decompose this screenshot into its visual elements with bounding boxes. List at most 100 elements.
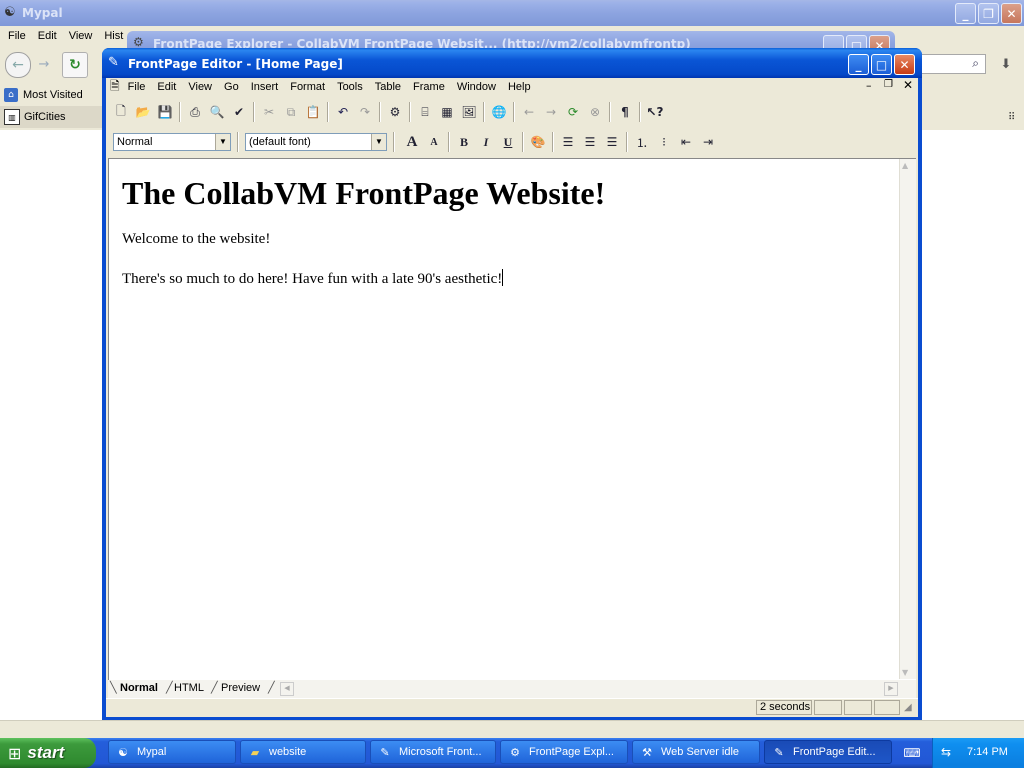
underline-icon[interactable]: U: [497, 131, 519, 153]
clock[interactable]: 7:14 PM: [967, 746, 1008, 758]
editor-menu-view[interactable]: View: [182, 81, 218, 93]
tab-normal[interactable]: Normal: [120, 682, 158, 694]
redo-icon[interactable]: ↷: [354, 101, 376, 123]
taskbar-item-website[interactable]: ▰ website: [240, 740, 366, 764]
paragraph-welcome[interactable]: Welcome to the website!: [122, 231, 270, 248]
open-folder-icon[interactable]: 📂: [132, 101, 154, 123]
align-left-icon[interactable]: ☰: [557, 131, 579, 153]
align-right-icon[interactable]: ☰: [601, 131, 623, 153]
editor-menu-file[interactable]: File: [122, 81, 152, 93]
insert-table-icon[interactable]: ▦: [436, 101, 458, 123]
form-field-icon[interactable]: ⌸: [414, 101, 436, 123]
scroll-down-arrow-icon[interactable]: ▼: [902, 668, 908, 677]
numbered-list-icon[interactable]: ⒈: [631, 131, 653, 153]
editor-close-button[interactable]: ✕: [894, 54, 915, 75]
print-icon[interactable]: ⎙: [184, 101, 206, 123]
toolbar-separator: [552, 132, 554, 152]
print-preview-icon[interactable]: 🔍: [206, 101, 228, 123]
reload-icon: ↻: [69, 57, 81, 73]
browser-minimize-button[interactable]: _: [955, 3, 976, 24]
editor-menu-help[interactable]: Help: [502, 81, 537, 93]
back-icon[interactable]: ←: [518, 101, 540, 123]
gifcities-tab[interactable]: ▥ GifCities: [0, 106, 105, 128]
chevron-down-icon[interactable]: ▼: [215, 134, 230, 150]
reload-button[interactable]: ↻: [62, 52, 88, 78]
webbot-icon[interactable]: ⚙: [384, 101, 406, 123]
vertical-scrollbar[interactable]: ▲ ▼: [899, 159, 916, 679]
editor-maximize-button[interactable]: □: [871, 54, 892, 75]
scroll-right-arrow-icon[interactable]: ▶: [884, 682, 898, 696]
back-arrow-icon: ←: [12, 57, 24, 73]
search-box[interactable]: ⌕: [918, 54, 986, 74]
decrease-indent-icon[interactable]: ⇤: [675, 131, 697, 153]
paste-icon[interactable]: 📋: [302, 101, 324, 123]
taskbar-item-mypal[interactable]: ☯ Mypal: [108, 740, 236, 764]
status-pane: [814, 700, 842, 715]
taskbar-item-microsoft-frontpage[interactable]: ✎ Microsoft Front...: [370, 740, 496, 764]
tab-preview[interactable]: Preview: [221, 682, 260, 694]
cut-icon[interactable]: ✂: [258, 101, 280, 123]
increase-font-icon[interactable]: A: [401, 131, 423, 153]
spelling-icon[interactable]: ✔: [228, 101, 250, 123]
browser-close-button[interactable]: ✕: [1001, 3, 1022, 24]
undo-icon[interactable]: ↶: [332, 101, 354, 123]
forward-button[interactable]: →: [34, 54, 54, 74]
editor-menu-table[interactable]: Table: [369, 81, 407, 93]
editor-title: FrontPage Editor - [Home Page]: [128, 57, 343, 71]
stop-icon[interactable]: ⊗: [584, 101, 606, 123]
italic-icon[interactable]: I: [475, 131, 497, 153]
paragraph-fun[interactable]: There's so much to do here! Have fun wit…: [122, 269, 504, 288]
paragraph-marks-icon[interactable]: ¶: [614, 101, 636, 123]
page-heading[interactable]: The CollabVM FrontPage Website!: [122, 175, 605, 212]
editor-menu-format[interactable]: Format: [284, 81, 331, 93]
bulleted-list-icon[interactable]: ⁝: [653, 131, 675, 153]
doc-minimize-button[interactable]: –: [866, 79, 872, 92]
font-combo[interactable]: (default font) ▼: [245, 133, 387, 151]
editor-menu-go[interactable]: Go: [218, 81, 245, 93]
start-button[interactable]: ⊞ start: [0, 738, 96, 768]
text-color-icon[interactable]: 🎨: [527, 131, 549, 153]
mypal-icon: ☯: [118, 746, 128, 759]
tab-html[interactable]: HTML: [174, 682, 204, 694]
scroll-up-arrow-icon[interactable]: ▲: [902, 161, 908, 170]
keyboard-icon[interactable]: ⌨: [902, 744, 922, 762]
start-label: start: [27, 743, 65, 762]
decrease-font-icon[interactable]: A: [423, 131, 445, 153]
download-button[interactable]: ⬇: [994, 54, 1018, 74]
taskbar-item-frontpage-explorer[interactable]: ⚙ FrontPage Expl...: [500, 740, 628, 764]
new-icon[interactable]: 🗋: [110, 101, 132, 123]
scroll-left-arrow-icon[interactable]: ◀: [280, 682, 294, 696]
browser-menu-history[interactable]: Hist: [98, 30, 129, 42]
save-icon[interactable]: 💾: [154, 101, 176, 123]
browser-menu-edit[interactable]: Edit: [32, 30, 63, 42]
doc-restore-button[interactable]: ❐: [884, 79, 893, 90]
bookmark-most-visited[interactable]: ⌂ Most Visited: [4, 87, 83, 103]
browser-restore-button[interactable]: ❐: [978, 3, 999, 24]
forward-icon[interactable]: →: [540, 101, 562, 123]
align-center-icon[interactable]: ☰: [579, 131, 601, 153]
hyperlink-globe-icon[interactable]: 🌐: [488, 101, 510, 123]
insert-image-icon[interactable]: 🖼: [458, 101, 480, 123]
editor-menu-frame[interactable]: Frame: [407, 81, 451, 93]
editor-menu-insert[interactable]: Insert: [245, 81, 285, 93]
editor-menu-window[interactable]: Window: [451, 81, 502, 93]
chevron-down-icon[interactable]: ▼: [371, 134, 386, 150]
help-icon[interactable]: ↖?: [644, 101, 666, 123]
doc-close-button[interactable]: ✕: [903, 78, 913, 92]
bold-icon[interactable]: B: [453, 131, 475, 153]
browser-menu-view[interactable]: View: [63, 30, 99, 42]
taskbar-item-web-server[interactable]: ⚒ Web Server idle: [632, 740, 760, 764]
back-button[interactable]: ←: [5, 52, 31, 78]
editor-menu-edit[interactable]: Edit: [151, 81, 182, 93]
copy-icon[interactable]: ⧉: [280, 101, 302, 123]
taskbar-item-frontpage-editor[interactable]: ✎ FrontPage Edit...: [764, 740, 892, 764]
editor-minimize-button[interactable]: _: [848, 54, 869, 75]
editor-menu-tools[interactable]: Tools: [331, 81, 369, 93]
browser-menu-file[interactable]: File: [2, 30, 32, 42]
refresh-icon[interactable]: ⟳: [562, 101, 584, 123]
increase-indent-icon[interactable]: ⇥: [697, 131, 719, 153]
document-area[interactable]: The CollabVM FrontPage Website! Welcome …: [108, 158, 916, 680]
resize-grip-icon[interactable]: ◢: [904, 702, 912, 713]
style-combo[interactable]: Normal ▼: [113, 133, 231, 151]
tray-network-icon[interactable]: ⇆: [941, 745, 951, 759]
